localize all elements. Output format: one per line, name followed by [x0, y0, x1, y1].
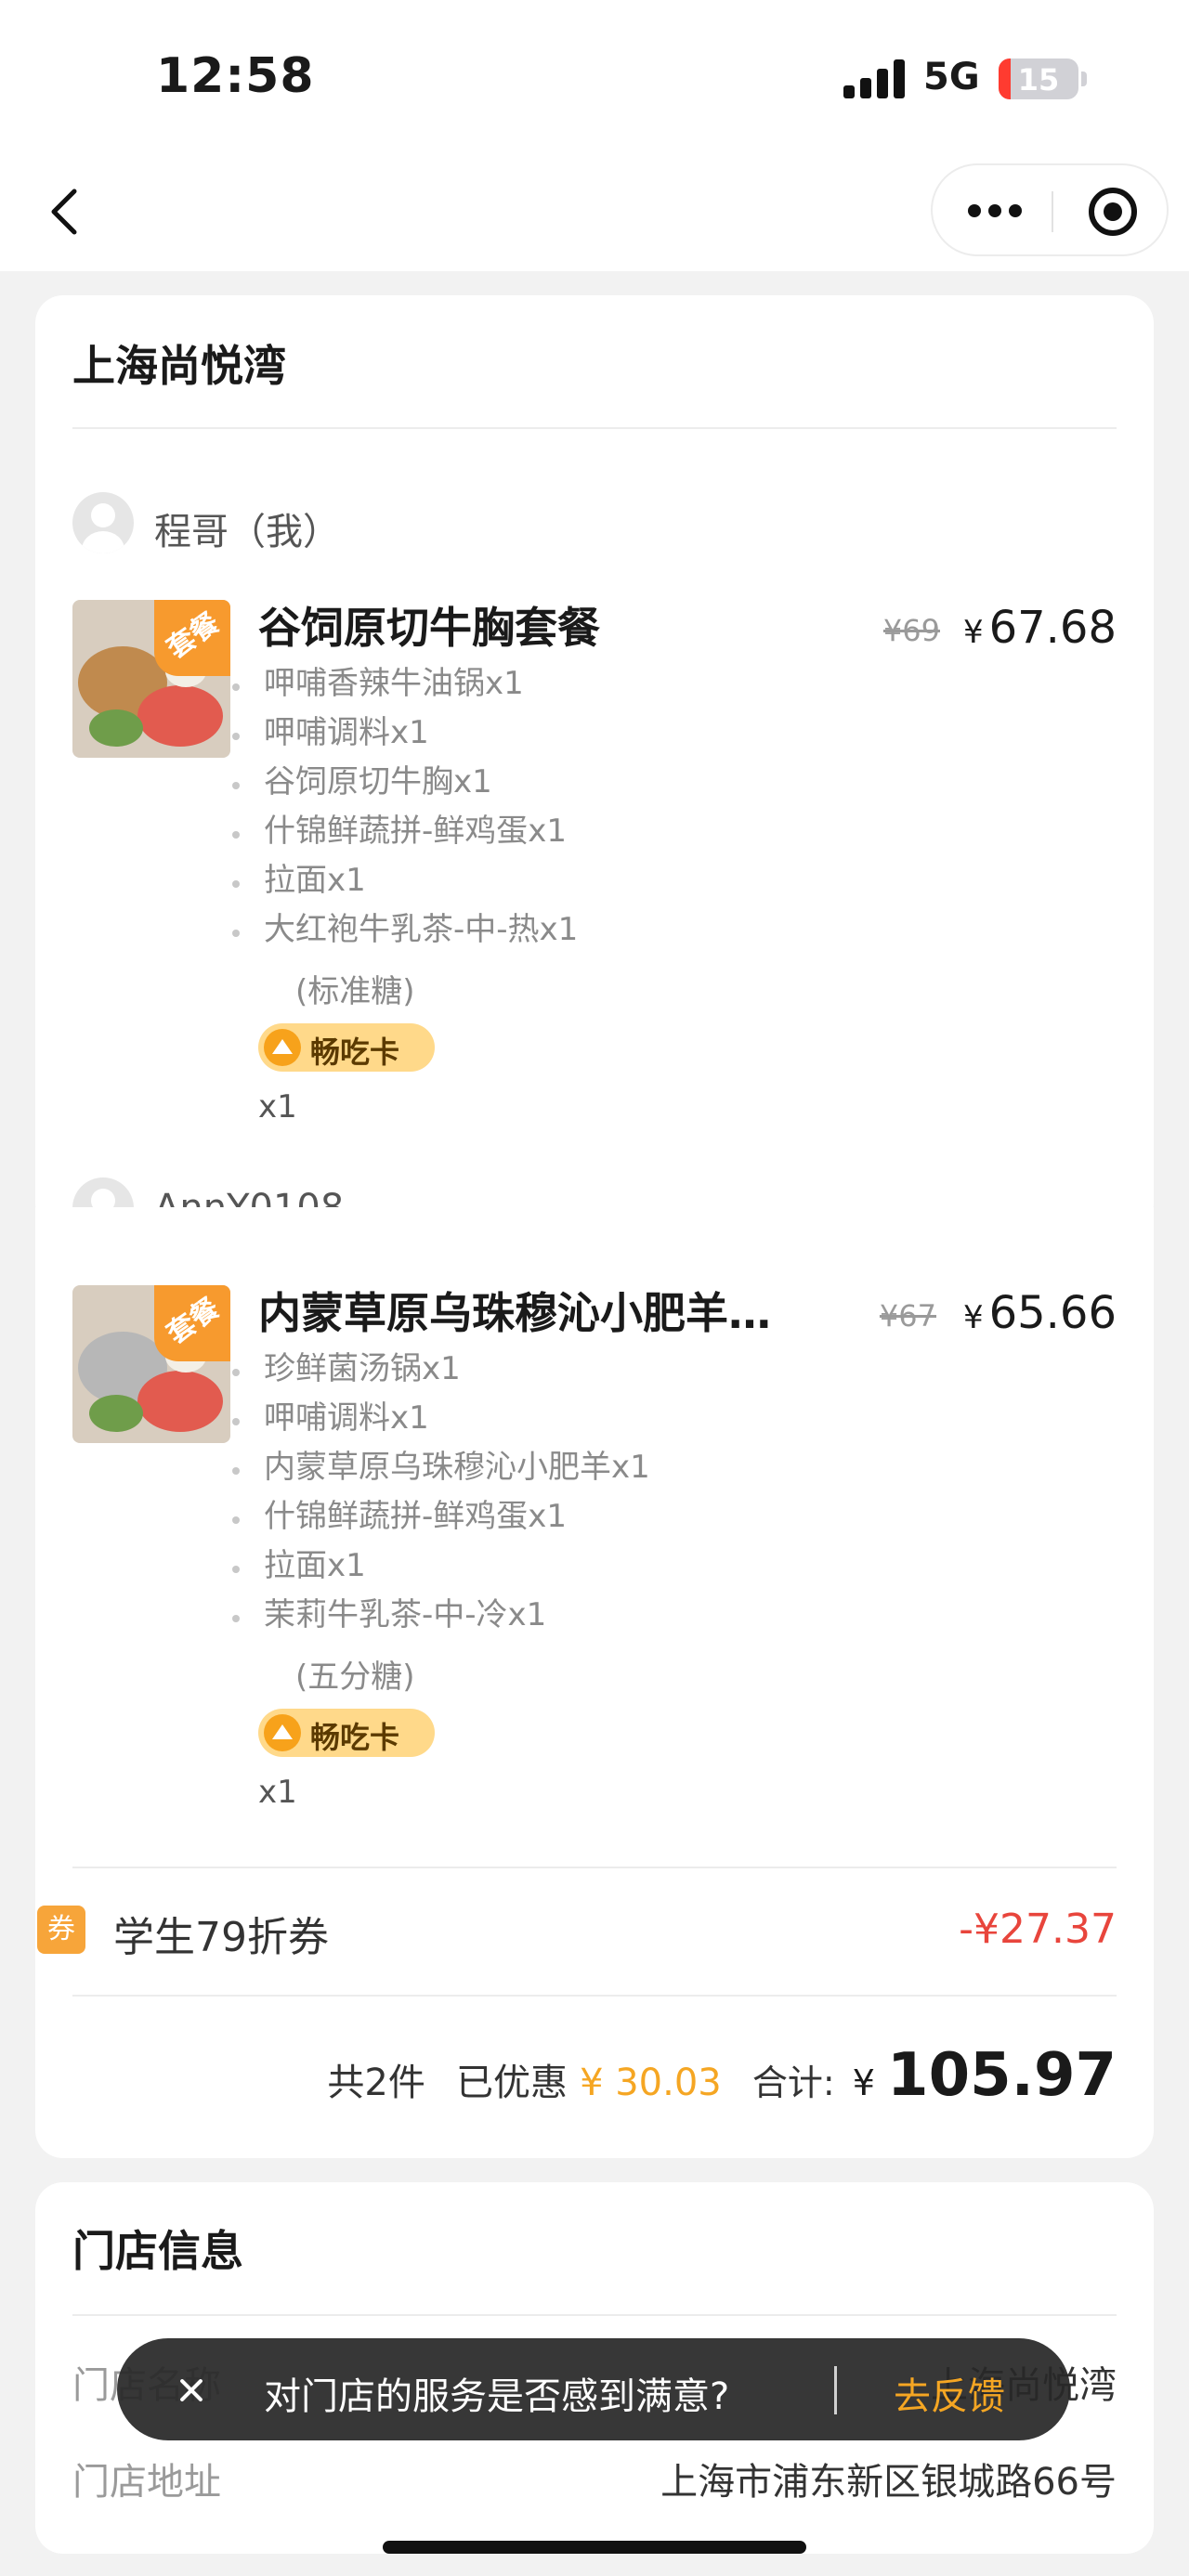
feedback-message: 对门店的服务是否感到满意? — [264, 2375, 730, 2418]
battery-icon: 15 — [999, 59, 1078, 99]
coupon-discount: -¥27.37 — [959, 1906, 1117, 1953]
divider — [72, 1995, 1117, 1997]
crown-icon — [264, 1029, 301, 1066]
nav-bar — [0, 158, 1189, 271]
list-item: 什锦鲜蔬拼-鲜鸡蛋x1 — [230, 1492, 788, 1542]
divider — [72, 427, 1117, 429]
list-item: 拉面x1 — [230, 856, 788, 905]
list-item: 什锦鲜蔬拼-鲜鸡蛋x1 — [230, 807, 788, 856]
sub-item-list: 珍鲜菌汤锅x1 呷哺调料x1 内蒙草原乌珠穆沁小肥羊x1 什锦鲜蔬拼-鲜鸡蛋x1… — [230, 1345, 788, 1640]
sub-item-list: 呷哺香辣牛油锅x1 呷哺调料x1 谷饲原切牛胸x1 什锦鲜蔬拼-鲜鸡蛋x1 拉面… — [230, 659, 788, 955]
item-title: 谷饲原切牛胸套餐 — [258, 603, 600, 653]
sugar-note: (五分糖) — [295, 1659, 415, 1696]
status-time: 12:58 — [156, 48, 315, 104]
list-item: 呷哺调料x1 — [230, 1394, 788, 1443]
badge-label: 畅吃卡 — [310, 1034, 400, 1070]
coupon-label: 学生79折券 — [113, 1914, 329, 1961]
combo-tag: 套餐 — [154, 600, 230, 676]
store-address-label: 门店地址 — [72, 2461, 221, 2504]
total-amount: 105.97 — [887, 2041, 1117, 2110]
original-price: ¥69 — [882, 613, 940, 648]
network-type: 5G — [923, 56, 980, 98]
user-name: 程哥（我） — [154, 511, 340, 553]
item-title: 内蒙草原乌珠穆沁小肥羊套餐 — [258, 1288, 778, 1338]
list-item: 内蒙草原乌珠穆沁小肥羊x1 — [230, 1443, 788, 1492]
mini-program-capsule — [931, 163, 1169, 256]
order-card-continued: 套餐 内蒙草原乌珠穆沁小肥羊套餐 ¥67 ¥65.66 珍鲜菌汤锅x1 呷哺调料… — [35, 1207, 1154, 2158]
saved-amount: ¥ 30.03 — [580, 2062, 722, 2104]
item-thumbnail: 套餐 — [72, 600, 230, 758]
badge-label: 畅吃卡 — [310, 1720, 400, 1755]
target-circle-icon[interactable] — [1089, 188, 1137, 236]
combo-tag: 套餐 — [154, 1285, 230, 1361]
item-quantity: x1 — [258, 1088, 297, 1125]
item-price: ¥67.68 — [962, 602, 1117, 654]
feedback-toast: 对门店的服务是否感到满意? 去反馈 — [117, 2338, 1070, 2440]
close-icon[interactable] — [165, 2364, 216, 2414]
order-summary: 共2件 已优惠 ¥ 30.03 合计: ¥ 105.97 — [327, 2041, 1117, 2110]
total-currency: ¥ — [852, 2062, 875, 2103]
list-item: 大红袍牛乳茶-中-热x1 — [230, 905, 788, 955]
store-name: 上海尚悦湾 — [72, 341, 286, 391]
list-item: 茉莉牛乳茶-中-冷x1 — [230, 1591, 788, 1640]
divider — [72, 2314, 1117, 2316]
crown-icon — [264, 1714, 301, 1751]
item-price: ¥65.66 — [962, 1287, 1117, 1339]
coupon-icon: 券 — [37, 1906, 85, 1954]
home-indicator[interactable] — [383, 2541, 806, 2554]
chevron-left-icon[interactable] — [45, 184, 82, 240]
vip-card-badge: 畅吃卡 — [258, 1023, 435, 1072]
vip-card-badge: 畅吃卡 — [258, 1709, 435, 1757]
original-price: ¥67 — [879, 1298, 936, 1334]
store-address-value[interactable]: 上海市浦东新区银城路66号 — [660, 2452, 1117, 2505]
list-item: 呷哺香辣牛油锅x1 — [230, 659, 788, 709]
more-dots-icon[interactable] — [968, 199, 1024, 225]
signal-icon — [843, 59, 905, 98]
divider — [72, 1867, 1117, 1868]
list-item: 谷饲原切牛胸x1 — [230, 758, 788, 807]
item-thumbnail: 套餐 — [72, 1285, 230, 1443]
list-item: 珍鲜菌汤锅x1 — [230, 1345, 788, 1394]
item-quantity: x1 — [258, 1774, 297, 1811]
feedback-button[interactable]: 去反馈 — [894, 2366, 1005, 2420]
battery-level: 15 — [1017, 62, 1060, 98]
avatar — [72, 492, 134, 553]
order-card: 上海尚悦湾 程哥（我） 套餐 谷饲原切牛胸套餐 ¥69 ¥67.68 呷哺香辣牛… — [35, 295, 1154, 1239]
list-item: 拉面x1 — [230, 1542, 788, 1591]
battery-tip — [1081, 72, 1087, 86]
total-label: 合计: — [751, 2062, 835, 2103]
capsule-divider — [1052, 191, 1053, 232]
saved-label: 已优惠 — [455, 2062, 568, 2104]
status-bar: 12:58 5G 15 — [0, 0, 1189, 158]
item-count: 共2件 — [327, 2062, 425, 2104]
section-title: 门店信息 — [72, 2226, 243, 2276]
toast-divider — [834, 2366, 837, 2414]
list-item: 呷哺调料x1 — [230, 709, 788, 758]
sugar-note: (标准糖) — [295, 973, 415, 1010]
